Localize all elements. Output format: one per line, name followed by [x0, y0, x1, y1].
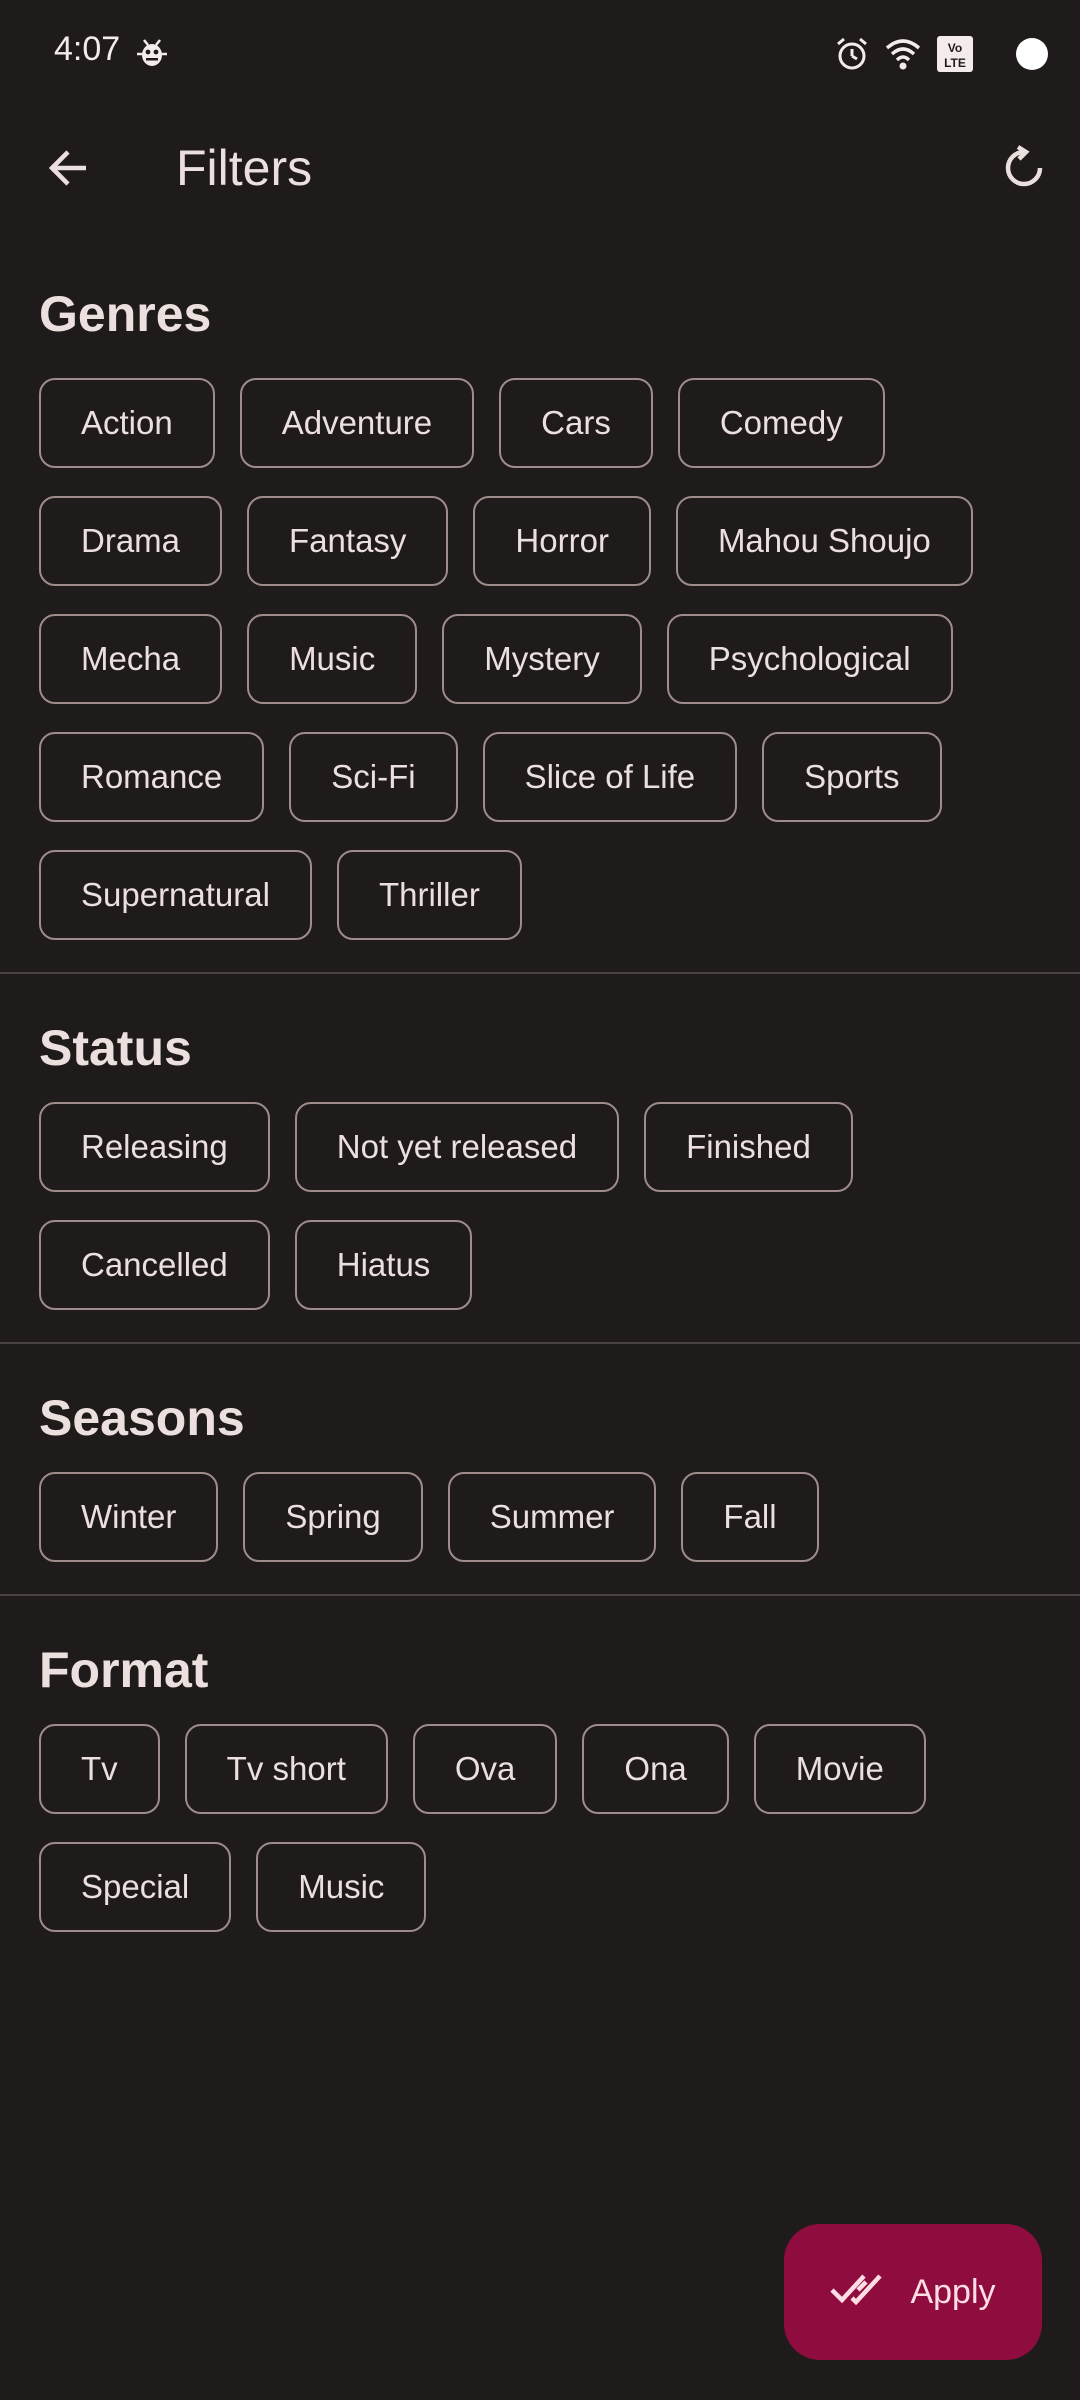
arrow-back-icon — [46, 146, 90, 195]
chip-status[interactable]: Cancelled — [39, 1220, 270, 1310]
volte-icon: Vo LTE — [936, 35, 974, 73]
chip-genre[interactable]: Thriller — [336, 850, 522, 940]
chip-season[interactable]: Spring — [243, 1472, 423, 1562]
chip-status[interactable]: Not yet released — [294, 1102, 620, 1192]
reset-button[interactable] — [988, 134, 1060, 206]
chip-status[interactable]: Finished — [644, 1102, 853, 1192]
format-section: Format Tv Tv short Ova Ona Movie Special… — [0, 1596, 1080, 1964]
chip-format[interactable]: Music — [256, 1842, 427, 1932]
section-title-status: Status — [39, 1020, 192, 1076]
season-chips: Winter Spring Summer Fall — [39, 1472, 1049, 1594]
chip-format[interactable]: Tv short — [184, 1724, 388, 1814]
page-title: Filters — [176, 140, 313, 196]
alarm-icon — [834, 36, 870, 72]
chip-genre[interactable]: Adventure — [239, 378, 475, 468]
chip-season[interactable]: Winter — [39, 1472, 219, 1562]
chip-genre[interactable]: Mahou Shoujo — [675, 496, 973, 586]
chip-genre[interactable]: Comedy — [677, 378, 885, 468]
status-icons: Vo LTE — [834, 34, 1050, 74]
chip-genre[interactable]: Mecha — [39, 614, 223, 704]
status-section: Status Releasing Not yet released Finish… — [0, 974, 1080, 1344]
chip-genre[interactable]: Fantasy — [247, 496, 449, 586]
chip-format[interactable]: Special — [39, 1842, 232, 1932]
chip-format[interactable]: Tv — [39, 1724, 160, 1814]
chip-format[interactable]: Ona — [582, 1724, 729, 1814]
chip-genre[interactable]: Cars — [499, 378, 653, 468]
filters-content: Genres Action Adventure Cars Comedy Dram… — [0, 250, 1080, 1964]
done-all-icon — [830, 2268, 890, 2317]
back-button[interactable] — [32, 134, 104, 206]
apply-label: Apply — [910, 2272, 996, 2311]
chip-genre[interactable]: Psychological — [666, 614, 953, 704]
chip-genre[interactable]: Supernatural — [39, 850, 312, 940]
chip-genre[interactable]: Horror — [473, 496, 651, 586]
svg-text:Vo: Vo — [948, 41, 962, 55]
chip-genre[interactable]: Action — [39, 378, 215, 468]
refresh-icon — [1000, 144, 1048, 197]
chip-format[interactable]: Ova — [412, 1724, 558, 1814]
chip-season[interactable]: Fall — [681, 1472, 819, 1562]
genres-section: Genres Action Adventure Cars Comedy Dram… — [0, 250, 1080, 974]
svg-text:LTE: LTE — [944, 56, 966, 70]
chip-season[interactable]: Summer — [447, 1472, 657, 1562]
chip-genre[interactable]: Sports — [762, 732, 942, 822]
wifi-icon — [884, 36, 922, 72]
section-title-format: Format — [39, 1642, 209, 1698]
app-bar: Filters — [0, 110, 1080, 250]
chip-status[interactable]: Hiatus — [294, 1220, 473, 1310]
chip-format[interactable]: Movie — [753, 1724, 926, 1814]
bug-icon — [134, 34, 170, 70]
chip-genre[interactable]: Romance — [39, 732, 265, 822]
section-title-genres: Genres — [39, 286, 212, 342]
status-chips: Releasing Not yet released Finished Canc… — [39, 1102, 1049, 1342]
status-time: 4:07 — [54, 30, 121, 68]
chip-genre[interactable]: Sci-Fi — [289, 732, 458, 822]
genre-chips: Action Adventure Cars Comedy Drama Fanta… — [39, 378, 1049, 972]
format-chips: Tv Tv short Ova Ona Movie Special Music — [39, 1724, 1049, 1964]
battery-icon — [1014, 36, 1050, 72]
apply-button[interactable]: Apply — [784, 2224, 1042, 2360]
chip-genre[interactable]: Music — [247, 614, 418, 704]
chip-genre[interactable]: Drama — [39, 496, 223, 586]
chip-genre[interactable]: Slice of Life — [482, 732, 738, 822]
chip-status[interactable]: Releasing — [39, 1102, 270, 1192]
chip-genre[interactable]: Mystery — [442, 614, 642, 704]
seasons-section: Seasons Winter Spring Summer Fall — [0, 1344, 1080, 1596]
section-title-seasons: Seasons — [39, 1390, 245, 1446]
status-bar: 4:07 Vo LTE — [0, 0, 1080, 110]
